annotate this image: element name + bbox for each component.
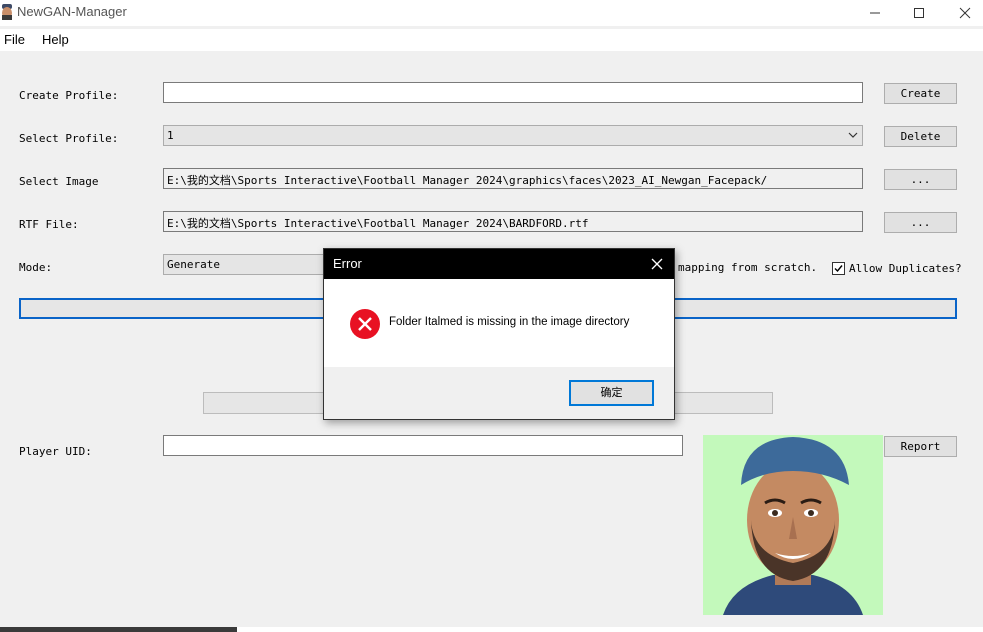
player-photo [703, 435, 883, 615]
create-button[interactable]: Create [884, 83, 957, 104]
menu-help[interactable]: Help [42, 32, 69, 47]
rtf-path-field[interactable]: E:\我的文档\Sports Interactive\Football Mana… [163, 211, 863, 232]
create-profile-input[interactable] [163, 82, 863, 103]
rtf-path-value: E:\我的文档\Sports Interactive\Football Mana… [167, 217, 589, 230]
browse-rtf-button[interactable]: ... [884, 212, 957, 233]
delete-button[interactable]: Delete [884, 126, 957, 147]
mode-value: Generate [167, 258, 220, 271]
close-icon [959, 7, 971, 19]
chevron-down-icon [848, 132, 858, 138]
menu-file[interactable]: File [4, 32, 25, 47]
dialog-title: Error [333, 256, 362, 271]
ok-button[interactable]: 确定 [569, 380, 654, 406]
error-icon [350, 309, 380, 339]
select-profile-label: Select Profile: [19, 132, 119, 145]
image-path-value: E:\我的文档\Sports Interactive\Football Mana… [167, 174, 768, 187]
create-profile-label: Create Profile: [19, 89, 119, 102]
mode-dropdown[interactable]: Generate [163, 254, 333, 275]
allow-duplicates-label: Allow Duplicates? [849, 262, 962, 275]
dialog-title-bar: Error [324, 249, 674, 279]
window-title: NewGAN-Manager [17, 4, 127, 19]
error-dialog: Error Folder Italmed is missing in the i… [323, 248, 675, 420]
player-uid-label: Player UID: [19, 445, 92, 458]
close-button[interactable] [942, 0, 983, 26]
allow-duplicates-checkbox[interactable] [832, 262, 845, 275]
mode-description: mapping from scratch. [678, 261, 818, 274]
taskbar-strip [0, 627, 983, 632]
select-profile-value: 1 [167, 129, 174, 142]
maximize-icon [914, 8, 924, 18]
close-icon [651, 258, 663, 270]
app-icon [2, 4, 12, 20]
select-profile-dropdown[interactable]: 1 [163, 125, 863, 146]
dialog-body: Folder Italmed is missing in the image d… [324, 279, 674, 367]
rtf-file-label: RTF File: [19, 218, 79, 231]
player-uid-input[interactable] [163, 435, 683, 456]
mode-label: Mode: [19, 261, 53, 274]
maximize-button[interactable] [896, 0, 942, 26]
minimize-button[interactable] [852, 0, 898, 26]
player-face-image [723, 437, 863, 615]
dialog-close-button[interactable] [644, 251, 670, 277]
image-path-field[interactable]: E:\我的文档\Sports Interactive\Football Mana… [163, 168, 863, 189]
minimize-icon [870, 12, 880, 14]
menu-bar: File Help [0, 29, 983, 51]
browse-image-button[interactable]: ... [884, 169, 957, 190]
report-button[interactable]: Report [884, 436, 957, 457]
dialog-message: Folder Italmed is missing in the image d… [389, 316, 630, 328]
checkmark-icon [834, 265, 843, 273]
select-image-label: Select Image [19, 175, 99, 188]
title-bar: NewGAN-Manager [0, 0, 983, 26]
